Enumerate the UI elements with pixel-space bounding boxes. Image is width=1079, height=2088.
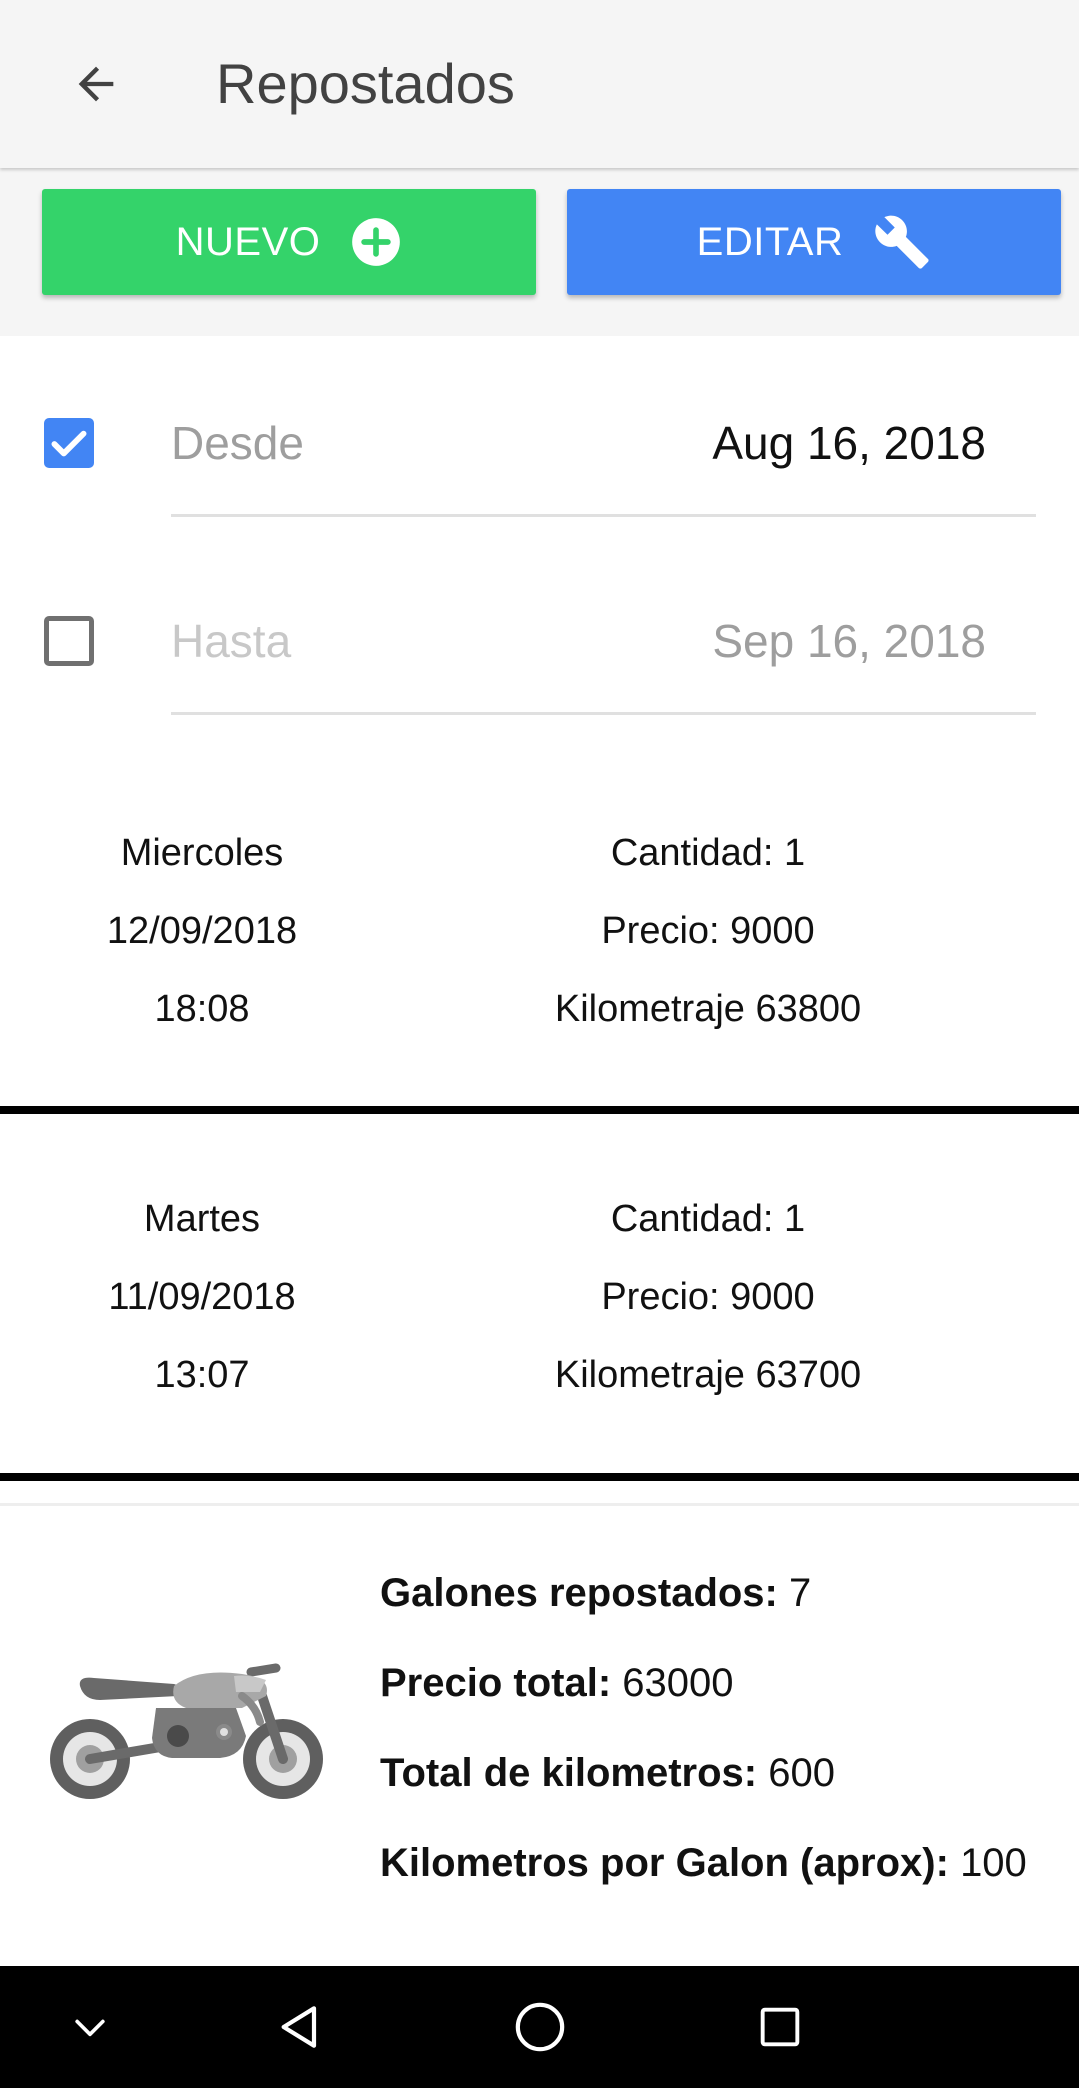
desde-checkbox[interactable]: [44, 418, 94, 468]
filter-hasta-row: Hasta Sep 16, 2018: [0, 574, 1079, 724]
record-day: Miercoles: [120, 832, 284, 874]
summary-gallons-label: Galones repostados:: [380, 1571, 778, 1615]
nav-back-button[interactable]: [250, 1966, 350, 2088]
record-time: 13:07: [154, 1354, 250, 1396]
system-nav-bar: [0, 1966, 1079, 2088]
desde-label: Desde: [171, 417, 304, 469]
edit-button-label: EDITAR: [696, 219, 844, 264]
record-details-column: Cantidad: 1 Precio: 9000 Kilometraje 637…: [508, 1188, 908, 1422]
record-mileage: Kilometraje 63700: [554, 1354, 862, 1396]
chevron-down-icon: [75, 2019, 105, 2037]
edit-button[interactable]: EDITAR: [567, 189, 1061, 295]
new-button[interactable]: NUEVO: [42, 189, 536, 295]
plus-circle-icon: [352, 218, 401, 266]
summary-gallons: Galones repostados: 7: [380, 1565, 1027, 1655]
nav-hide-keyboard-button[interactable]: [40, 1966, 140, 2088]
hasta-date-picker[interactable]: Sep 16, 2018: [712, 614, 986, 668]
home-circle-icon: [515, 2002, 565, 2052]
recents-square-icon: [760, 2007, 800, 2047]
summary-total-price: Precio total: 63000: [380, 1655, 1027, 1745]
record-day: Martes: [143, 1198, 261, 1240]
record-date: 12/09/2018: [106, 910, 298, 952]
hasta-underline: [171, 712, 1036, 715]
record-date: 11/09/2018: [108, 1276, 296, 1318]
summary-total-km-value: 600: [768, 1751, 835, 1795]
record-price: Precio: 9000: [601, 1276, 815, 1318]
desde-date-picker[interactable]: Aug 16, 2018: [712, 416, 986, 470]
record-divider: [0, 1473, 1079, 1481]
filter-desde-row: Desde Aug 16, 2018: [0, 376, 1079, 526]
record-quantity: Cantidad: 1: [610, 832, 806, 874]
record-details-column: Cantidad: 1 Precio: 9000 Kilometraje 638…: [508, 822, 908, 1056]
hasta-label: Hasta: [171, 615, 292, 667]
summary-total-price-label: Precio total:: [380, 1661, 612, 1705]
summary-km-per-gallon-value: 100: [960, 1841, 1027, 1885]
desde-underline: [171, 514, 1036, 517]
summary-gallons-value: 7: [789, 1571, 812, 1615]
new-button-label: NUEVO: [175, 219, 321, 264]
nav-home-button[interactable]: [490, 1966, 590, 2088]
summary-km-per-gallon: Kilometros por Galon (aprox): 100: [380, 1835, 1027, 1925]
summary-separator: [0, 1503, 1079, 1506]
action-bar: NUEVO EDITAR: [0, 168, 1079, 336]
summary-total-km: Total de kilometros: 600: [380, 1745, 1027, 1835]
back-button[interactable]: [62, 50, 130, 118]
record-divider: [0, 1106, 1079, 1114]
arrow-left-icon: [78, 66, 114, 102]
summary-panel: Galones repostados: 7 Precio total: 6300…: [380, 1565, 1027, 1925]
wrench-icon: [875, 215, 929, 269]
record-time: 18:08: [154, 988, 250, 1030]
record-date-column: Martes 11/09/2018 13:07: [52, 1188, 352, 1422]
page-title: Repostados: [216, 52, 515, 115]
summary-total-price-value: 63000: [622, 1661, 734, 1705]
back-triangle-icon: [281, 2006, 317, 2048]
checkmark-icon: [51, 430, 87, 457]
record-date-column: Miercoles 12/09/2018 18:08: [52, 822, 352, 1056]
summary-total-km-label: Total de kilometros:: [380, 1751, 758, 1795]
record-mileage: Kilometraje 63800: [554, 988, 862, 1030]
app-bar: Repostados: [0, 0, 1079, 168]
record-price: Precio: 9000: [601, 910, 815, 952]
record-quantity: Cantidad: 1: [610, 1198, 806, 1240]
motorcycle-icon: [50, 1663, 323, 1799]
hasta-checkbox[interactable]: [44, 616, 94, 666]
nav-recents-button[interactable]: [730, 1966, 830, 2088]
summary-km-per-gallon-label: Kilometros por Galon (aprox):: [380, 1841, 949, 1885]
